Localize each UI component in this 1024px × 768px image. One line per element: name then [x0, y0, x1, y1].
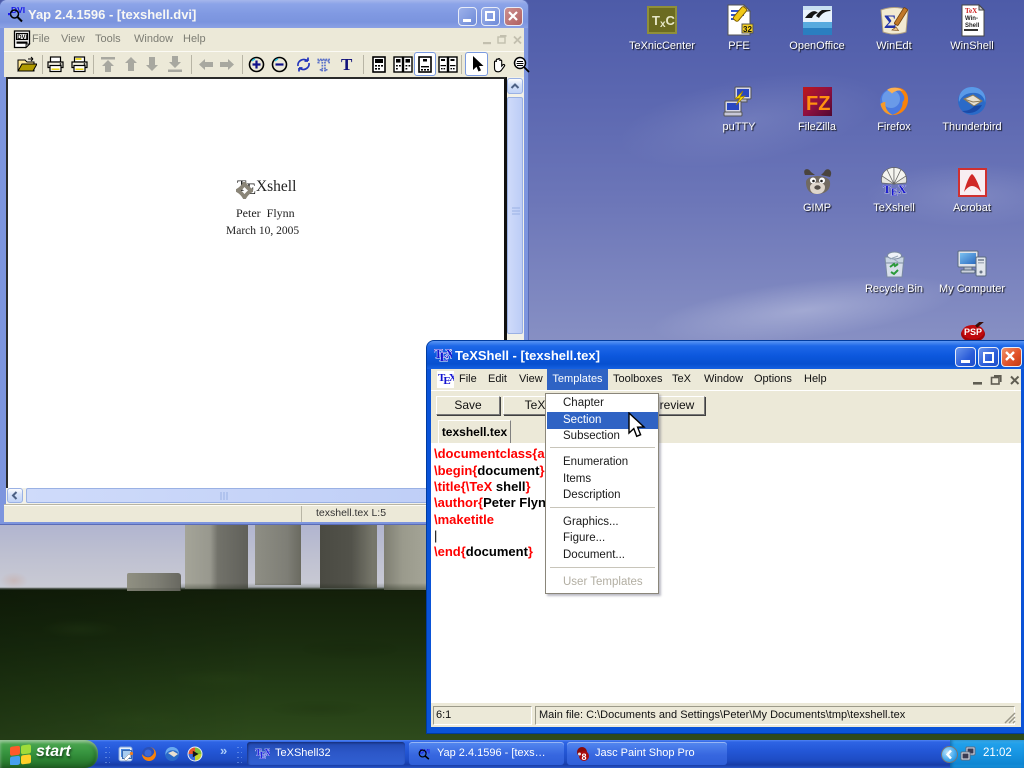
svg-text:Win-: Win- [965, 16, 978, 22]
svg-text:TEX: TEX [255, 748, 270, 761]
svg-text:FZ: FZ [806, 93, 830, 115]
svg-text:32: 32 [743, 25, 752, 34]
svg-text:T: T [318, 56, 330, 75]
svg-text:Shell: Shell [965, 23, 980, 29]
svg-text:TEX: TEX [434, 346, 452, 364]
svg-text:DVI: DVI [420, 749, 431, 756]
svg-text:PSP: PSP [964, 327, 982, 337]
svg-text:TeX: TeX [965, 7, 977, 15]
svg-text:8: 8 [582, 752, 587, 762]
svg-text:TEX: TEX [883, 182, 907, 199]
svg-text:T: T [341, 55, 353, 74]
svg-text:DVI: DVI [17, 35, 27, 41]
